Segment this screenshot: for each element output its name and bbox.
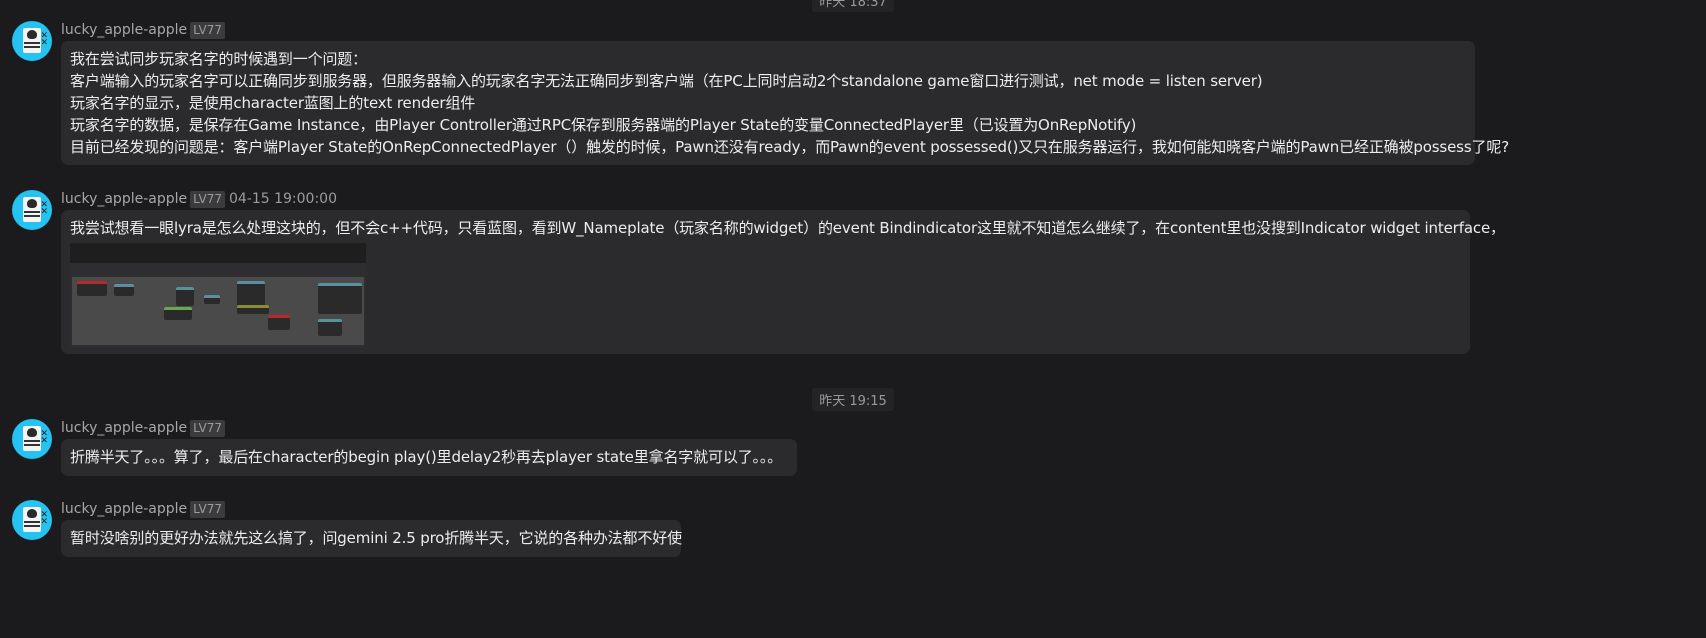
message-line: 客户端输入的玩家名字可以正确同步到服务器，但服务器输入的玩家名字无法正确同步到客… — [70, 72, 1263, 90]
username[interactable]: lucky_apple-apple — [61, 22, 187, 38]
message-bubble: 我在尝试同步玩家名字的时候遇到一个问题： 客户端输入的玩家名字可以正确同步到服务… — [61, 41, 1510, 165]
timestamp: 04-15 19:00:00 — [228, 191, 337, 207]
message-line: 玩家名字的数据，是保存在Game Instance，由Player Contro… — [70, 116, 1137, 134]
time-divider-label: 昨天 19:15 — [812, 388, 894, 411]
username[interactable]: lucky_apple-apple — [61, 191, 187, 207]
message-line: 我尝试想看一眼lyra是怎么处理这块的，但不会c++代码，只看蓝图，看到W_Na… — [70, 219, 1505, 237]
level-badge: LV77 — [190, 191, 225, 208]
message-line: 折腾半天了。。。算了，最后在character的begin play()里del… — [70, 448, 783, 466]
message-bubble: 折腾半天了。。。算了，最后在character的begin play()里del… — [61, 439, 797, 476]
message-line: 目前已经发现的问题是：客户端Player State的OnRepConnecte… — [70, 138, 1510, 156]
avatar[interactable]: ✕ ✕ — [12, 190, 52, 230]
avatar[interactable]: ✕ ✕ — [12, 21, 52, 61]
message-line: 玩家名字的显示，是使用character蓝图上的text render组件 — [70, 94, 476, 112]
message-header: lucky_apple-apple LV77 — [61, 501, 225, 518]
message-bubble: 暂时没啥别的更好办法就先这么搞了，问gemini 2.5 pro折腾半天，它说的… — [61, 520, 682, 557]
time-divider-mid: 昨天 19:15 — [0, 388, 1706, 411]
level-badge: LV77 — [190, 420, 225, 437]
message-line: 我在尝试同步玩家名字的时候遇到一个问题： — [70, 50, 368, 68]
time-divider-label: 昨天 18:37 — [812, 0, 894, 12]
time-divider-top: 昨天 18:37 — [0, 0, 1706, 12]
image-attachment[interactable] — [70, 243, 366, 347]
username[interactable]: lucky_apple-apple — [61, 420, 187, 436]
message-line: 暂时没啥别的更好办法就先这么搞了，问gemini 2.5 pro折腾半天，它说的… — [70, 529, 682, 547]
level-badge: LV77 — [190, 501, 225, 518]
message-header: lucky_apple-apple LV77 04-15 19:00:00 — [61, 191, 337, 208]
avatar[interactable]: ✕ ✕ — [12, 419, 52, 459]
username[interactable]: lucky_apple-apple — [61, 501, 187, 517]
level-badge: LV77 — [190, 22, 225, 39]
avatar[interactable]: ✕ ✕ — [12, 500, 52, 540]
message-header: lucky_apple-apple LV77 — [61, 22, 225, 39]
message-header: lucky_apple-apple LV77 — [61, 420, 225, 437]
message-bubble: 我尝试想看一眼lyra是怎么处理这块的，但不会c++代码，只看蓝图，看到W_Na… — [61, 210, 1505, 354]
